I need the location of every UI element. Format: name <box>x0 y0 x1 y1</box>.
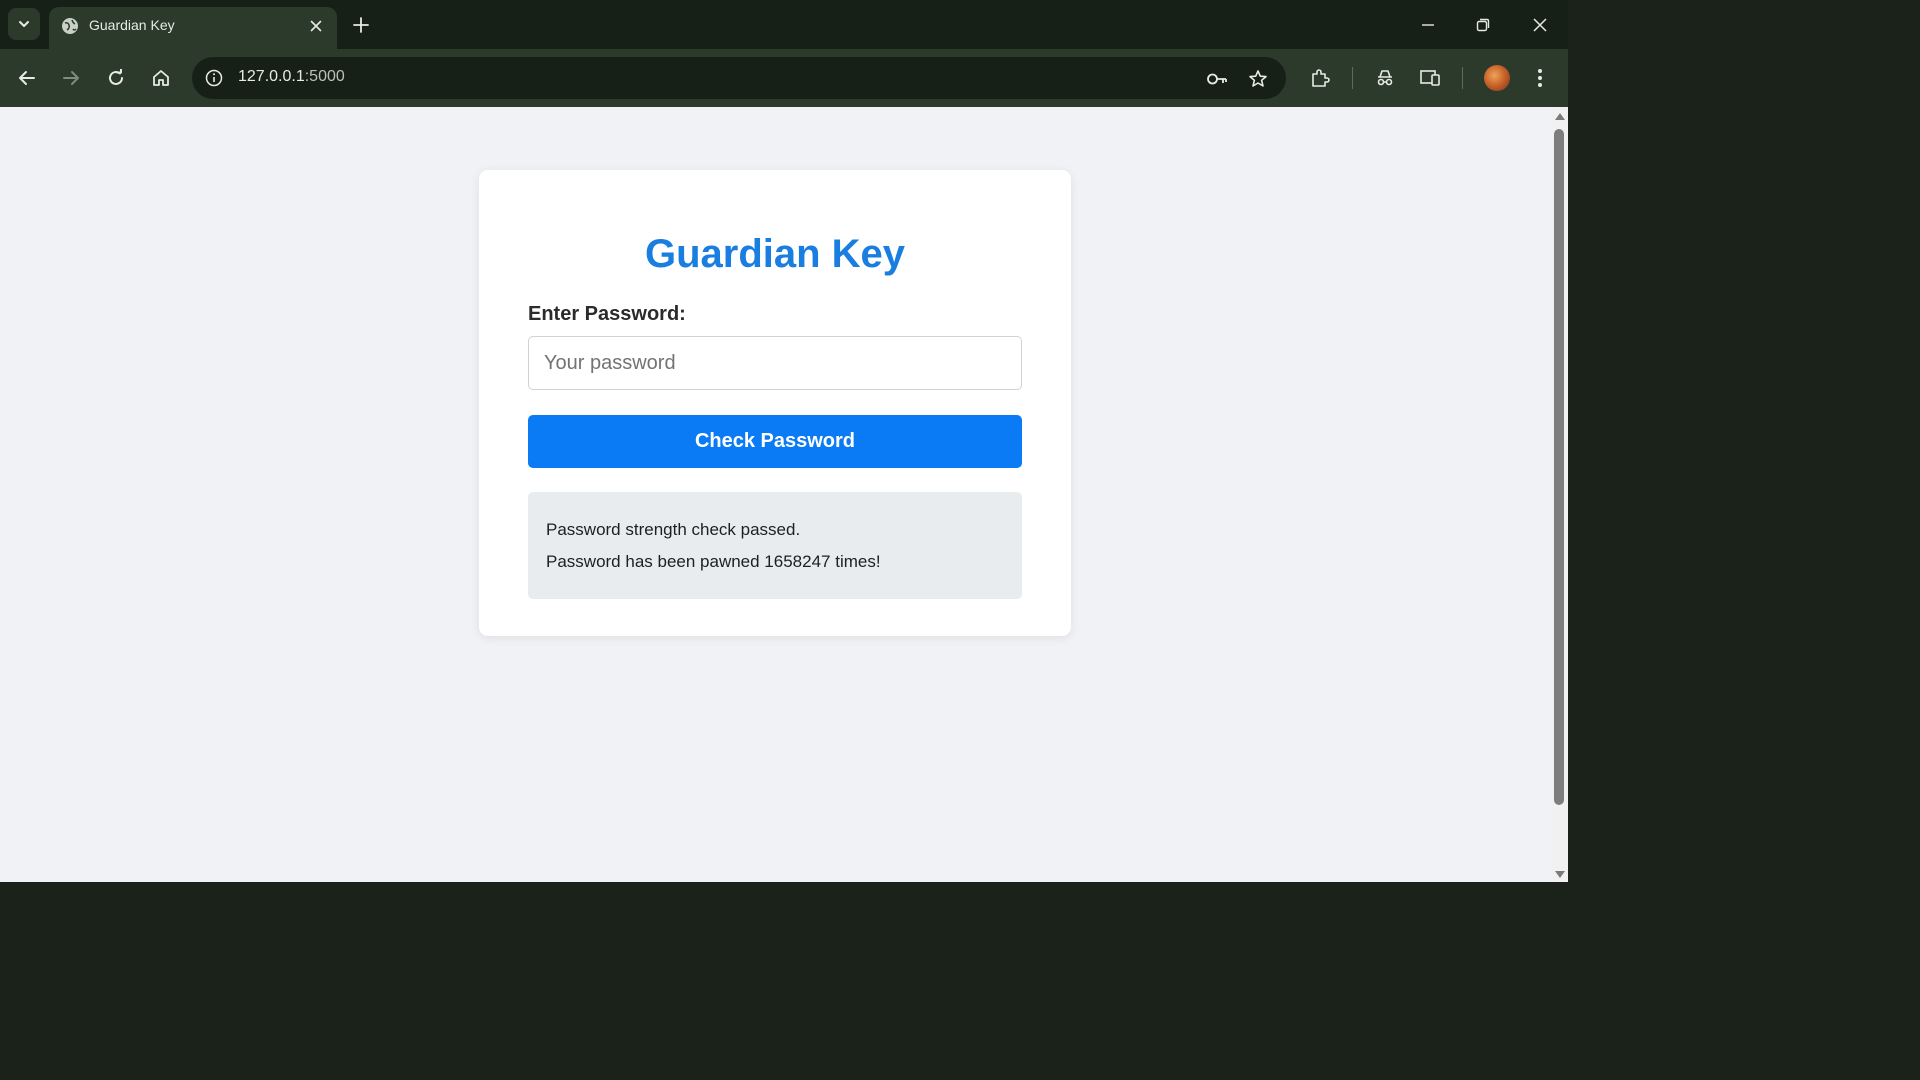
new-tab-button[interactable] <box>348 12 374 38</box>
extensions-button[interactable] <box>1304 62 1336 94</box>
reload-button[interactable] <box>100 62 132 94</box>
address-bar[interactable]: 127.0.0.1:5000 <box>192 57 1286 99</box>
back-button[interactable] <box>11 62 43 94</box>
close-icon <box>1533 17 1547 32</box>
bookmark-button[interactable] <box>1245 66 1271 92</box>
pwned-result-text: Password has been pawned 1658247 times! <box>546 552 881 571</box>
toolbar-divider <box>1352 67 1353 89</box>
scrollbar-thumb[interactable] <box>1554 129 1564 805</box>
tab-search-button[interactable] <box>8 8 40 40</box>
toolbar-divider <box>1462 67 1463 89</box>
globe-icon <box>62 18 78 34</box>
password-manager-button[interactable] <box>1204 66 1230 92</box>
url-port: :5000 <box>304 68 345 85</box>
profile-avatar[interactable] <box>1484 65 1510 91</box>
more-vertical-icon <box>1538 69 1542 87</box>
info-icon <box>205 69 223 87</box>
forward-button[interactable] <box>55 62 87 94</box>
password-check-card: Guardian Key Enter Password: Check Passw… <box>479 170 1071 636</box>
site-info-button[interactable] <box>202 66 226 90</box>
browser-toolbar: 127.0.0.1:5000 <box>0 49 1568 107</box>
url-text: 127.0.0.1:5000 <box>238 68 345 86</box>
password-label: Enter Password: <box>528 303 686 325</box>
key-icon <box>1207 73 1227 85</box>
home-button[interactable] <box>145 62 177 94</box>
arrow-right-icon <box>63 71 79 85</box>
window-close-button[interactable] <box>1512 0 1568 49</box>
devices-icon <box>1420 70 1440 86</box>
close-icon <box>310 20 322 32</box>
page-viewport: Guardian Key Enter Password: Check Passw… <box>0 107 1551 882</box>
result-box: Password strength check passed. Password… <box>528 492 1022 599</box>
incognito-button[interactable] <box>1369 62 1401 94</box>
check-password-button[interactable]: Check Password <box>528 415 1022 468</box>
strength-result-text: Password strength check passed. <box>546 520 801 539</box>
scroll-down-arrow-icon[interactable] <box>1555 871 1565 878</box>
password-input[interactable] <box>528 336 1022 390</box>
page-scrollbar[interactable] <box>1551 107 1568 882</box>
tab-title: Guardian Key <box>89 17 175 33</box>
star-icon <box>1249 70 1267 87</box>
reload-icon <box>109 69 123 85</box>
tab-strip: Guardian Key <box>0 0 1568 49</box>
puzzle-icon <box>1312 69 1330 87</box>
scroll-up-arrow-icon[interactable] <box>1555 113 1565 120</box>
home-icon <box>153 70 169 86</box>
incognito-icon <box>1377 70 1393 86</box>
browser-menu-button[interactable] <box>1524 62 1556 94</box>
restore-icon <box>1476 18 1490 31</box>
minimize-button[interactable] <box>1400 0 1456 49</box>
plus-icon <box>353 17 369 33</box>
arrow-left-icon <box>19 71 35 85</box>
page-title: Guardian Key <box>644 232 906 276</box>
chevron-down-icon <box>19 21 29 27</box>
browser-tab[interactable]: Guardian Key <box>49 7 337 49</box>
tab-close-button[interactable] <box>306 16 326 36</box>
url-host: 127.0.0.1 <box>238 68 305 85</box>
minimize-icon <box>1422 23 1434 26</box>
device-mode-button[interactable] <box>1414 62 1446 94</box>
restore-button[interactable] <box>1455 0 1511 49</box>
